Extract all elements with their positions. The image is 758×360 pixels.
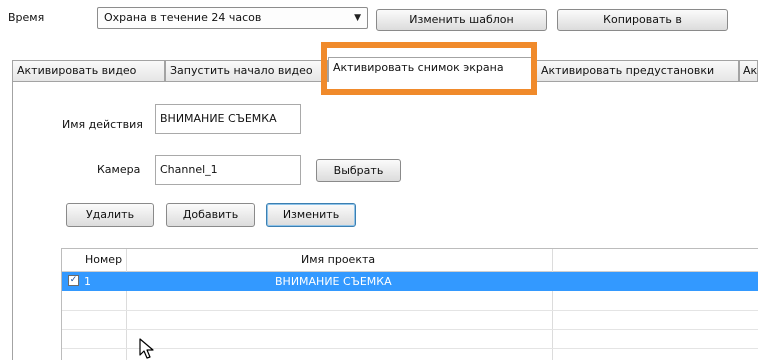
select-camera-button[interactable]: Выбрать (316, 159, 401, 182)
tab-activate-video[interactable]: Активировать видео (12, 60, 165, 81)
tab-activate-presets[interactable]: Активировать предустановки (536, 60, 739, 81)
row-project-name: ВНИМАНИЕ СЪЕМКА (275, 275, 392, 288)
row-number: 1 (84, 275, 91, 288)
row-checkbox[interactable]: ✓ (68, 275, 79, 286)
camera-label: Камера (97, 163, 141, 176)
project-table: Номер Имя проекта ✓ 1 ВНИМАНИЕ СЪЕМКА (61, 248, 758, 360)
add-button[interactable]: Добавить (166, 203, 255, 227)
mouse-cursor-icon (139, 338, 154, 359)
table-row[interactable]: ✓ 1 ВНИМАНИЕ СЪЕМКА (62, 272, 758, 291)
chevron-down-icon[interactable]: ▼ (354, 8, 361, 28)
action-name-field[interactable]: ВНИМАНИЕ СЪЕМКА (155, 104, 301, 134)
table-header: Номер Имя проекта (62, 249, 758, 272)
tab-activate-more[interactable]: Акти (739, 60, 758, 81)
highlight-box (321, 42, 537, 95)
delete-button[interactable]: Удалить (66, 203, 154, 227)
change-button[interactable]: Изменить (266, 203, 356, 227)
camera-field[interactable]: Channel_1 (155, 155, 301, 185)
schedule-select[interactable]: Охрана в течение 24 часов ▼ (97, 7, 368, 29)
copy-to-button[interactable]: Копировать в (557, 9, 728, 31)
row-divider (62, 348, 758, 349)
row-divider (62, 329, 758, 330)
row-divider (62, 310, 758, 311)
schedule-select-value: Охрана в течение 24 часов (104, 11, 262, 24)
column-divider (126, 249, 127, 360)
tab-start-video[interactable]: Запустить начало видео (165, 60, 328, 81)
edit-template-button[interactable]: Изменить шаблон (376, 9, 547, 31)
time-label: Время (8, 11, 45, 24)
action-name-label: Имя действия (62, 118, 143, 131)
column-divider (552, 249, 553, 360)
column-header-project-name[interactable]: Имя проекта (301, 249, 375, 271)
column-header-number[interactable]: Номер (85, 249, 122, 271)
